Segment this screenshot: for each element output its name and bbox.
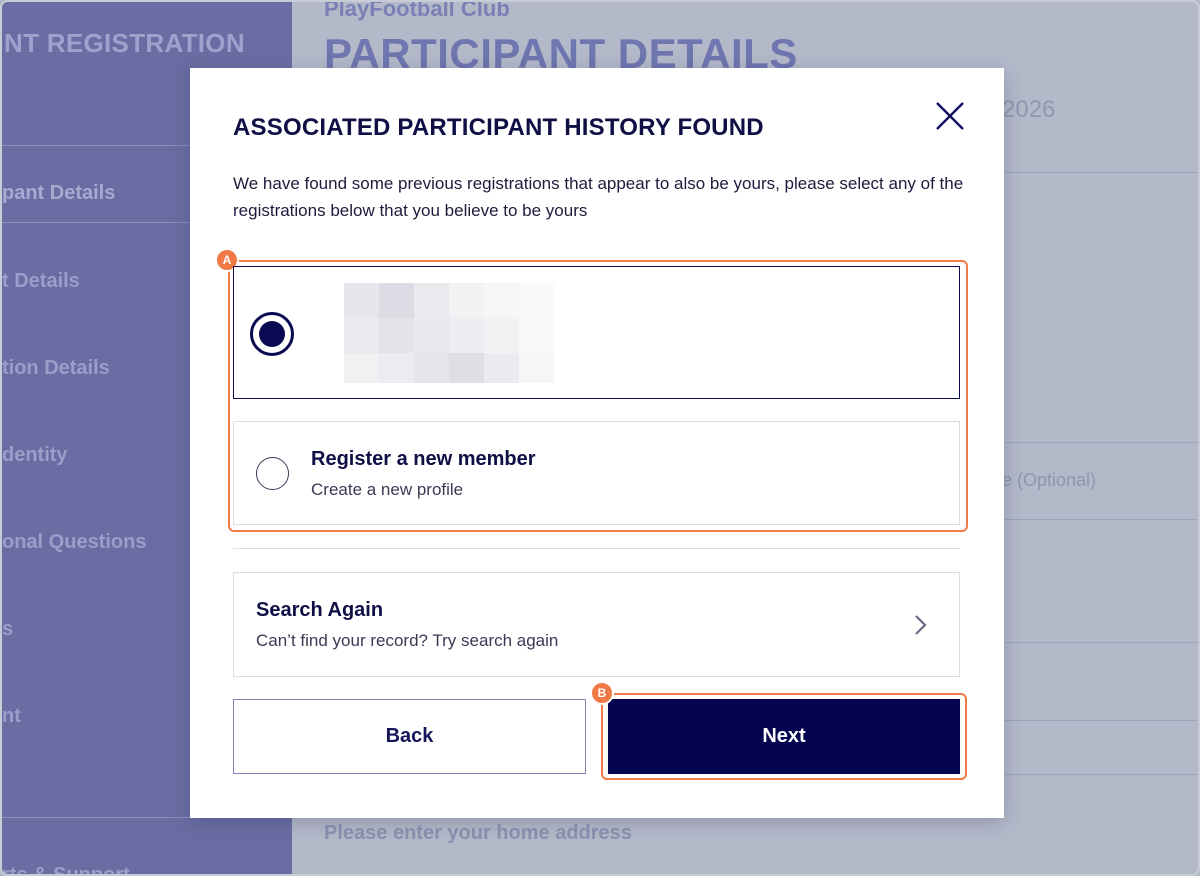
sidebar-divider [2, 145, 192, 146]
chevron-right-icon [915, 615, 927, 635]
sidebar-divider [2, 817, 192, 818]
form-divider [992, 774, 1198, 775]
sidebar-item-payment[interactable]: nt [2, 705, 21, 728]
form-divider [992, 642, 1198, 643]
radio-selected-icon[interactable] [250, 312, 294, 356]
modal-description: We have found some previous registration… [233, 174, 964, 220]
option-subtitle: Create a new profile [311, 480, 464, 499]
search-again-subtitle: Can’t find your record? Try search again [256, 631, 559, 650]
search-again-card[interactable]: Search Again Can’t find your record? Try… [233, 572, 960, 677]
form-divider [992, 519, 1198, 520]
form-divider [992, 720, 1198, 721]
redacted-record-details [344, 283, 556, 383]
annotation-badge-b: B [590, 681, 614, 705]
radio-unselected-icon[interactable] [256, 457, 289, 490]
club-name: PlayFootball Club [324, 0, 510, 21]
season-year: 2026 [1002, 96, 1056, 123]
close-icon[interactable] [934, 100, 966, 132]
section-divider [233, 548, 960, 549]
address-prompt: Please enter your home address [324, 822, 632, 844]
form-divider [992, 172, 1198, 173]
next-button[interactable]: Next [608, 699, 960, 774]
sidebar-divider [2, 222, 192, 223]
sidebar-item-participant-details[interactable]: pant Details [2, 182, 115, 205]
sidebar-item-registration-details[interactable]: tion Details [2, 357, 110, 380]
sidebar-brand: NT REGISTRATION [4, 28, 245, 58]
sidebar-item-help-support[interactable]: rts & Support [2, 864, 130, 874]
form-divider [992, 442, 1198, 443]
search-again-title: Search Again [256, 599, 384, 621]
sidebar-item-identity[interactable]: dentity [2, 444, 68, 467]
sidebar-item-contact-details[interactable]: t Details [2, 270, 80, 293]
option-title: Register a new member [311, 448, 536, 470]
back-button[interactable]: Back [233, 699, 586, 774]
participant-history-modal: ASSOCIATED PARTICIPANT HISTORY FOUND We … [190, 68, 1004, 818]
existing-record-option[interactable] [233, 266, 960, 399]
optional-field-label: e (Optional) [1002, 470, 1097, 490]
register-new-member-option[interactable]: Register a new member Create a new profi… [233, 421, 960, 525]
sidebar-item-additional-questions[interactable]: onal Questions [2, 531, 146, 554]
sidebar-item-products[interactable]: s [2, 618, 13, 641]
modal-title: ASSOCIATED PARTICIPANT HISTORY FOUND [233, 114, 764, 141]
